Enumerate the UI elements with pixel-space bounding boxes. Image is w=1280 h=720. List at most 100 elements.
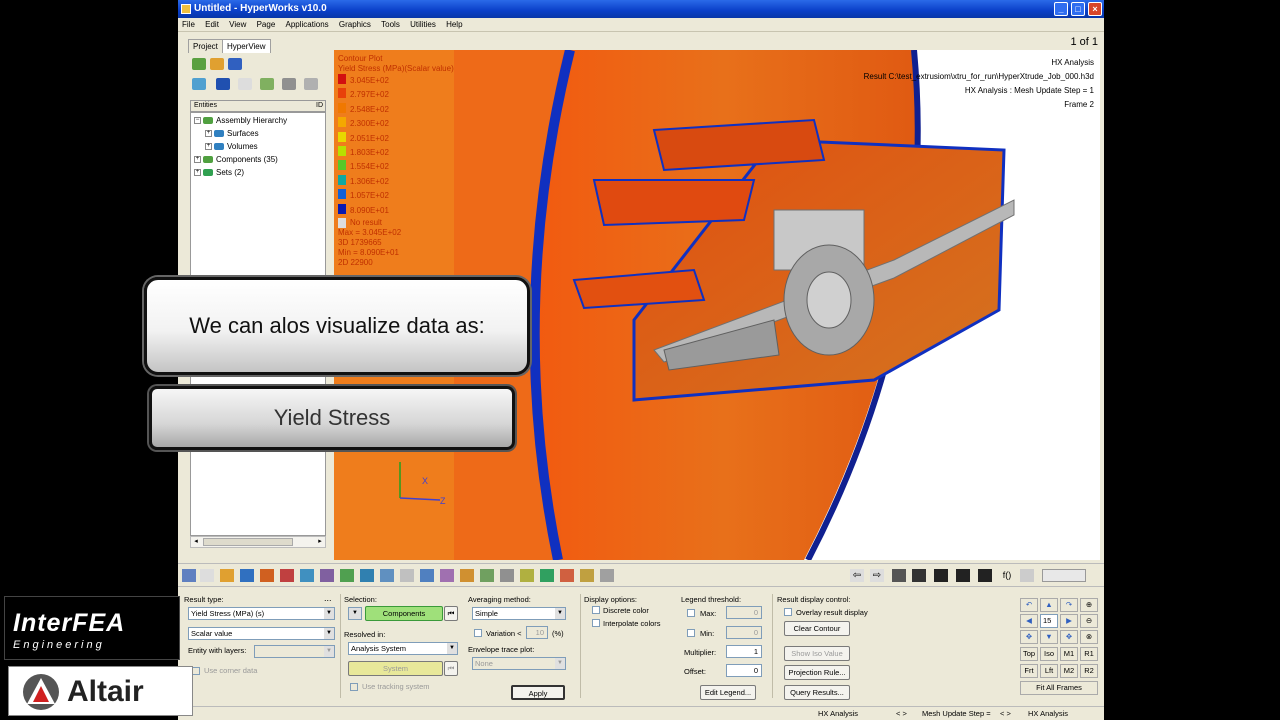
section-icon[interactable]	[340, 569, 354, 582]
menu-tools[interactable]: Tools	[377, 18, 404, 32]
show-iso-value-button[interactable]: Show Iso Value	[784, 646, 850, 661]
open-icon[interactable]	[220, 569, 234, 582]
menu-graphics[interactable]: Graphics	[335, 18, 375, 32]
components-button[interactable]: Components	[365, 606, 443, 621]
edit-legend-button[interactable]: Edit Legend...	[700, 685, 756, 700]
menu-file[interactable]: File	[178, 18, 199, 32]
pen-icon[interactable]	[560, 569, 574, 582]
contour-icon[interactable]	[260, 569, 274, 582]
layers-select[interactable]: ▼	[254, 645, 335, 658]
query-icon[interactable]	[480, 569, 494, 582]
scroll-left-icon[interactable]: ◂	[191, 537, 201, 547]
expand-icon[interactable]: +	[205, 130, 212, 138]
menu-utilities[interactable]: Utilities	[406, 18, 440, 32]
iso-icon[interactable]	[360, 569, 374, 582]
view-iso-button[interactable]: Iso	[1040, 647, 1058, 661]
view-r1-button[interactable]: R1	[1080, 647, 1098, 661]
tree-item-volumes[interactable]: + Volumes	[205, 141, 258, 152]
options-dots[interactable]: ...	[324, 593, 332, 603]
scissors-icon[interactable]	[1020, 569, 1034, 582]
use-corner-data-checkbox[interactable]	[192, 667, 200, 675]
zoom-out-icon[interactable]: ⊖	[1080, 614, 1098, 628]
system-button[interactable]: System	[348, 661, 443, 676]
window-layout-icon[interactable]	[912, 569, 926, 582]
rotate-up-icon[interactable]: ▲	[1040, 598, 1058, 612]
image-icon[interactable]	[978, 569, 992, 582]
variation-input[interactable]: 10	[526, 626, 548, 639]
menu-view[interactable]: View	[225, 18, 250, 32]
page-layout-icon[interactable]	[892, 569, 906, 582]
query-results-button[interactable]: Query Results...	[784, 685, 850, 700]
rotate-right-step-icon[interactable]: ▶	[1060, 614, 1078, 628]
fit-all-frames-button[interactable]: Fit All Frames	[1020, 681, 1098, 695]
tab-project[interactable]: Project	[188, 39, 223, 53]
maximize-button[interactable]: □	[1071, 2, 1085, 16]
discrete-color-checkbox[interactable]	[592, 606, 600, 614]
view-front-button[interactable]: Frt	[1020, 664, 1038, 678]
interpolate-colors-checkbox[interactable]	[592, 619, 600, 627]
measure-icon[interactable]	[400, 569, 414, 582]
tree-item-sets[interactable]: + Sets (2)	[194, 167, 244, 178]
probe-icon[interactable]	[500, 569, 514, 582]
threshold-max-input[interactable]: 0	[726, 606, 762, 619]
sphere-icon[interactable]	[216, 78, 230, 90]
function-icon[interactable]: f()	[1000, 569, 1014, 582]
deform-icon[interactable]	[280, 569, 294, 582]
tensor-icon[interactable]	[320, 569, 334, 582]
menu-applications[interactable]: Applications	[282, 18, 333, 32]
use-tracking-checkbox[interactable]	[350, 683, 358, 691]
scrollbar-thumb[interactable]	[203, 538, 293, 546]
isolate-icon[interactable]	[228, 58, 242, 70]
marker-icon[interactable]	[440, 569, 454, 582]
threshold-max-checkbox[interactable]	[687, 609, 695, 617]
reset-selection-icon[interactable]: ⏮	[444, 606, 458, 621]
rotate-left-step-icon[interactable]: ◀	[1020, 614, 1038, 628]
pointer-icon[interactable]	[238, 78, 252, 90]
menu-page[interactable]: Page	[253, 18, 280, 32]
component-select[interactable]: Scalar value ▼	[188, 627, 335, 640]
zoom-in-icon[interactable]: ⊕	[1080, 598, 1098, 612]
animation-icon[interactable]	[182, 569, 196, 582]
hide-icon[interactable]	[210, 58, 224, 70]
apply-button[interactable]: Apply	[511, 685, 565, 700]
menu-help[interactable]: Help	[442, 18, 466, 32]
scroll-right-icon[interactable]: ▸	[315, 537, 325, 547]
status-step-nav-icon[interactable]: < >	[1000, 709, 1011, 718]
options-icon[interactable]	[304, 78, 318, 90]
reset-system-icon[interactable]: ⏮	[444, 661, 458, 676]
expand-icon[interactable]: +	[194, 156, 201, 164]
note-icon[interactable]	[420, 569, 434, 582]
palette-icon[interactable]	[580, 569, 594, 582]
config-icon[interactable]	[282, 78, 296, 90]
arrow-left-icon[interactable]: ⇦	[850, 569, 864, 582]
projection-rule-button[interactable]: Projection Rule...	[784, 665, 850, 680]
tree-item-surfaces[interactable]: + Surfaces	[205, 128, 259, 139]
collapse-icon[interactable]: −	[194, 117, 201, 125]
horizontal-scrollbar[interactable]: ◂ ▸	[190, 536, 326, 548]
multiplier-input[interactable]: 1	[726, 645, 762, 658]
streamline-icon[interactable]	[380, 569, 394, 582]
result-type-select[interactable]: Yield Stress (MPa) (s) ▼	[188, 607, 335, 620]
vector-icon[interactable]	[300, 569, 314, 582]
dropdown-icon[interactable]	[200, 569, 214, 582]
view-top-button[interactable]: Top	[1020, 647, 1038, 661]
contour-legend[interactable]: Contour Plot Yield Stress (MPa)(Scalar v…	[338, 54, 454, 268]
threshold-min-checkbox[interactable]	[687, 629, 695, 637]
layout-dropdown[interactable]	[1042, 569, 1086, 582]
averaging-select[interactable]: Simple ▼	[472, 607, 566, 620]
resolved-in-select[interactable]: Analysis System ▼	[348, 642, 458, 655]
transform-icon[interactable]	[600, 569, 614, 582]
expand-icon[interactable]: +	[205, 143, 212, 151]
globe-icon[interactable]	[240, 569, 254, 582]
table-icon[interactable]	[520, 569, 534, 582]
view-m1-button[interactable]: M1	[1060, 647, 1078, 661]
clear-contour-button[interactable]: Clear Contour	[784, 621, 850, 636]
envelope-select[interactable]: None ▼	[472, 657, 566, 670]
capture-icon[interactable]	[956, 569, 970, 582]
view-m2-button[interactable]: M2	[1060, 664, 1078, 678]
tree-item-assembly[interactable]: − Assembly Hierarchy	[194, 115, 287, 126]
close-button[interactable]: ×	[1088, 2, 1102, 16]
flag-icon[interactable]	[540, 569, 554, 582]
rotate-left-icon[interactable]: ↶	[1020, 598, 1038, 612]
selection-dropdown[interactable]: ▼	[348, 607, 362, 620]
